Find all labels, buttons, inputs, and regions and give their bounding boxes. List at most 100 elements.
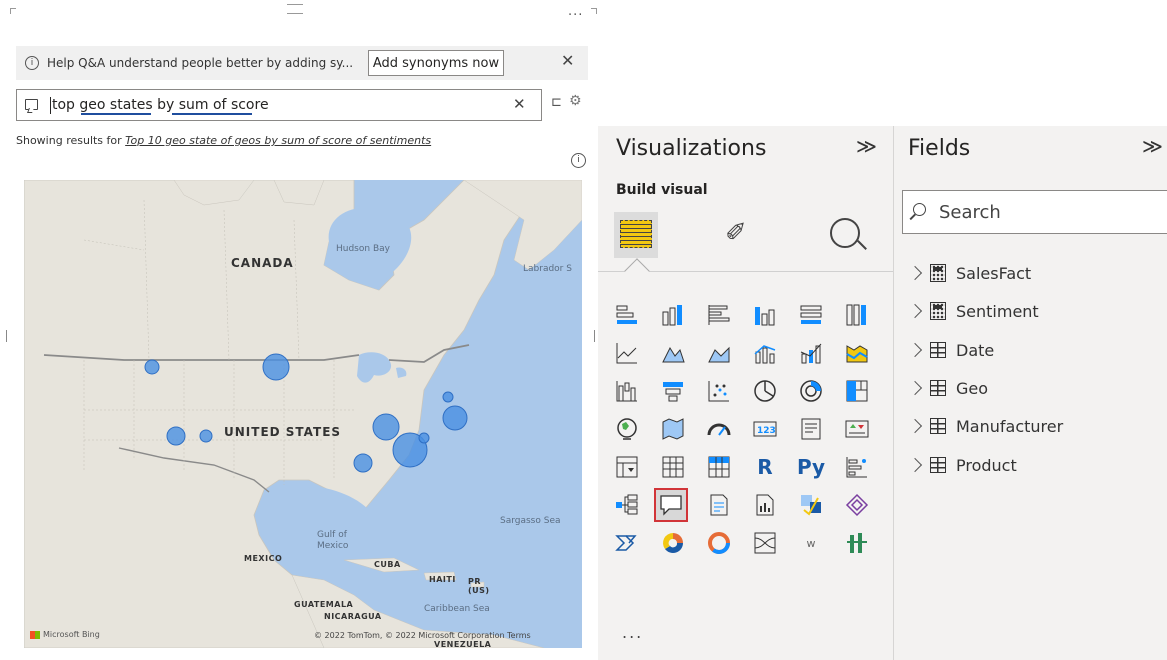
word-cloud-icon[interactable]: w — [794, 526, 828, 560]
map-icon[interactable] — [610, 412, 644, 446]
field-table-manufacturer[interactable]: Manufacturer — [907, 413, 1064, 439]
results-restatement: Showing results for Top 10 geo state of … — [16, 134, 431, 147]
calculator-table-icon — [930, 264, 946, 282]
multi-row-card-icon[interactable] — [794, 412, 828, 446]
kpi-icon[interactable] — [840, 412, 874, 446]
map-label-guatemala: GUATEMALA — [294, 600, 354, 609]
treemap-icon[interactable] — [840, 374, 874, 408]
qa-visual-icon[interactable] — [654, 488, 688, 522]
smart-narrative-icon[interactable] — [702, 488, 736, 522]
field-table-label: Geo — [956, 378, 989, 398]
table-visual-icon[interactable] — [656, 450, 690, 484]
synonyms-banner: i Help Q&A understand people better by a… — [16, 46, 588, 80]
line-and-stacked-column-icon[interactable] — [748, 336, 782, 370]
paginated-report-icon[interactable] — [748, 488, 782, 522]
collapse-fields-icon[interactable]: ≫ — [1142, 134, 1163, 158]
more-options-icon[interactable]: ... — [568, 4, 583, 19]
fields-title: Fields — [908, 136, 971, 161]
custom-visual-sankey-icon[interactable] — [748, 526, 782, 560]
question-text[interactable]: top geo states by sum of score — [52, 97, 269, 113]
visualizations-pane: Visualizations ≫ Build visual ✐ 123 R Py… — [598, 126, 894, 660]
card-icon[interactable]: 123 — [748, 412, 782, 446]
ribbon-chart-icon[interactable] — [840, 336, 874, 370]
resize-handle-left[interactable] — [6, 330, 7, 342]
fields-search-input[interactable]: Search — [902, 190, 1167, 234]
bubble — [418, 432, 430, 444]
stacked-area-chart-icon[interactable] — [702, 336, 736, 370]
field-table-product[interactable]: Product — [907, 452, 1017, 478]
analytics-icon[interactable] — [830, 218, 860, 248]
custom-visual-bars-icon[interactable] — [840, 526, 874, 560]
pie-chart-icon[interactable] — [748, 374, 782, 408]
slicer-icon[interactable] — [610, 450, 644, 484]
custom-visual-donut-icon[interactable] — [656, 526, 690, 560]
map-label-haiti: HAITI — [429, 575, 456, 584]
tab-build-visual[interactable] — [614, 212, 658, 258]
power-automate-flow-icon[interactable] — [610, 526, 644, 560]
chat-bubble-icon — [25, 99, 38, 110]
bubble-map[interactable]: Hudson Bay CANADA Labrador S UNITED STAT… — [24, 180, 582, 648]
map-copyright[interactable]: © 2022 TomTom, © 2022 Microsoft Corporat… — [314, 631, 531, 640]
add-synonyms-button[interactable]: Add synonyms now — [368, 50, 504, 76]
svg-text:123: 123 — [757, 426, 776, 436]
stacked-column-chart-icon[interactable] — [656, 298, 690, 332]
map-label-gulf: Gulf of Mexico — [317, 530, 349, 551]
table-icon — [930, 418, 946, 434]
map-label-cuba: CUBA — [374, 560, 401, 569]
get-more-visuals-icon[interactable]: ... — [622, 623, 643, 642]
clear-question-icon[interactable]: ✕ — [513, 95, 526, 113]
matrix-icon[interactable] — [702, 450, 736, 484]
calculator-table-icon — [930, 302, 946, 320]
funnel-chart-icon[interactable] — [656, 374, 690, 408]
format-visual-icon[interactable]: ✐ — [725, 218, 747, 248]
resize-handle-right[interactable] — [594, 330, 595, 342]
clustered-bar-chart-icon[interactable] — [702, 298, 736, 332]
key-influencers-icon[interactable] — [840, 450, 874, 484]
100-stacked-column-chart-icon[interactable] — [840, 298, 874, 332]
line-and-clustered-column-icon[interactable] — [794, 336, 828, 370]
field-table-label: Manufacturer — [956, 416, 1064, 436]
field-table-date[interactable]: Date — [907, 337, 994, 363]
clustered-column-chart-icon[interactable] — [748, 298, 782, 332]
fields-pane: Fields ≫ Search SalesFact Sentiment Date… — [894, 126, 1167, 660]
collapse-visualizations-icon[interactable]: ≫ — [856, 134, 877, 158]
turn-into-visual-icon[interactable]: ⊏ — [551, 95, 562, 110]
stacked-bar-chart-icon[interactable] — [610, 298, 644, 332]
field-table-salesfact[interactable]: SalesFact — [907, 260, 1032, 286]
bubble — [199, 429, 213, 443]
field-table-sentiment[interactable]: Sentiment — [907, 298, 1039, 324]
r-script-visual-icon[interactable]: R — [748, 450, 782, 484]
map-label-mexico: MEXICO — [244, 554, 283, 563]
qa-visual[interactable]: ... i Help Q&A understand people better … — [0, 0, 598, 660]
table-icon — [930, 342, 946, 358]
text-caret — [50, 97, 51, 114]
map-label-labrador: Labrador S — [523, 264, 572, 274]
drag-grip-icon[interactable] — [287, 4, 303, 14]
gear-icon[interactable]: ⚙ — [569, 93, 582, 109]
line-chart-icon[interactable] — [610, 336, 644, 370]
custom-visual-ring-icon[interactable] — [702, 526, 736, 560]
power-automate-icon[interactable] — [840, 488, 874, 522]
power-apps-icon[interactable] — [794, 488, 828, 522]
scatter-chart-icon[interactable] — [702, 374, 736, 408]
python-visual-icon[interactable]: Py — [794, 450, 828, 484]
results-link[interactable]: Top 10 geo state of geos by sum of score… — [125, 134, 431, 147]
build-visual-icon — [620, 220, 652, 248]
gauge-icon[interactable] — [702, 412, 736, 446]
field-table-label: SalesFact — [956, 263, 1032, 283]
filled-map-icon[interactable] — [656, 412, 690, 446]
field-table-geo[interactable]: Geo — [907, 375, 989, 401]
info-icon[interactable]: i — [571, 153, 586, 168]
question-input[interactable]: top geo states by sum of score ✕ — [16, 89, 542, 121]
table-icon — [930, 380, 946, 396]
map-label-hudson-bay: Hudson Bay — [336, 244, 390, 254]
close-icon[interactable]: ✕ — [561, 51, 574, 70]
donut-chart-icon[interactable] — [794, 374, 828, 408]
decomposition-tree-icon[interactable] — [610, 488, 644, 522]
map-label-venezuela: VENEZUELA — [434, 640, 492, 648]
visual-corner-top-left — [10, 8, 16, 14]
chevron-right-icon — [907, 457, 923, 473]
waterfall-chart-icon[interactable] — [610, 374, 644, 408]
100-stacked-bar-chart-icon[interactable] — [794, 298, 828, 332]
area-chart-icon[interactable] — [656, 336, 690, 370]
